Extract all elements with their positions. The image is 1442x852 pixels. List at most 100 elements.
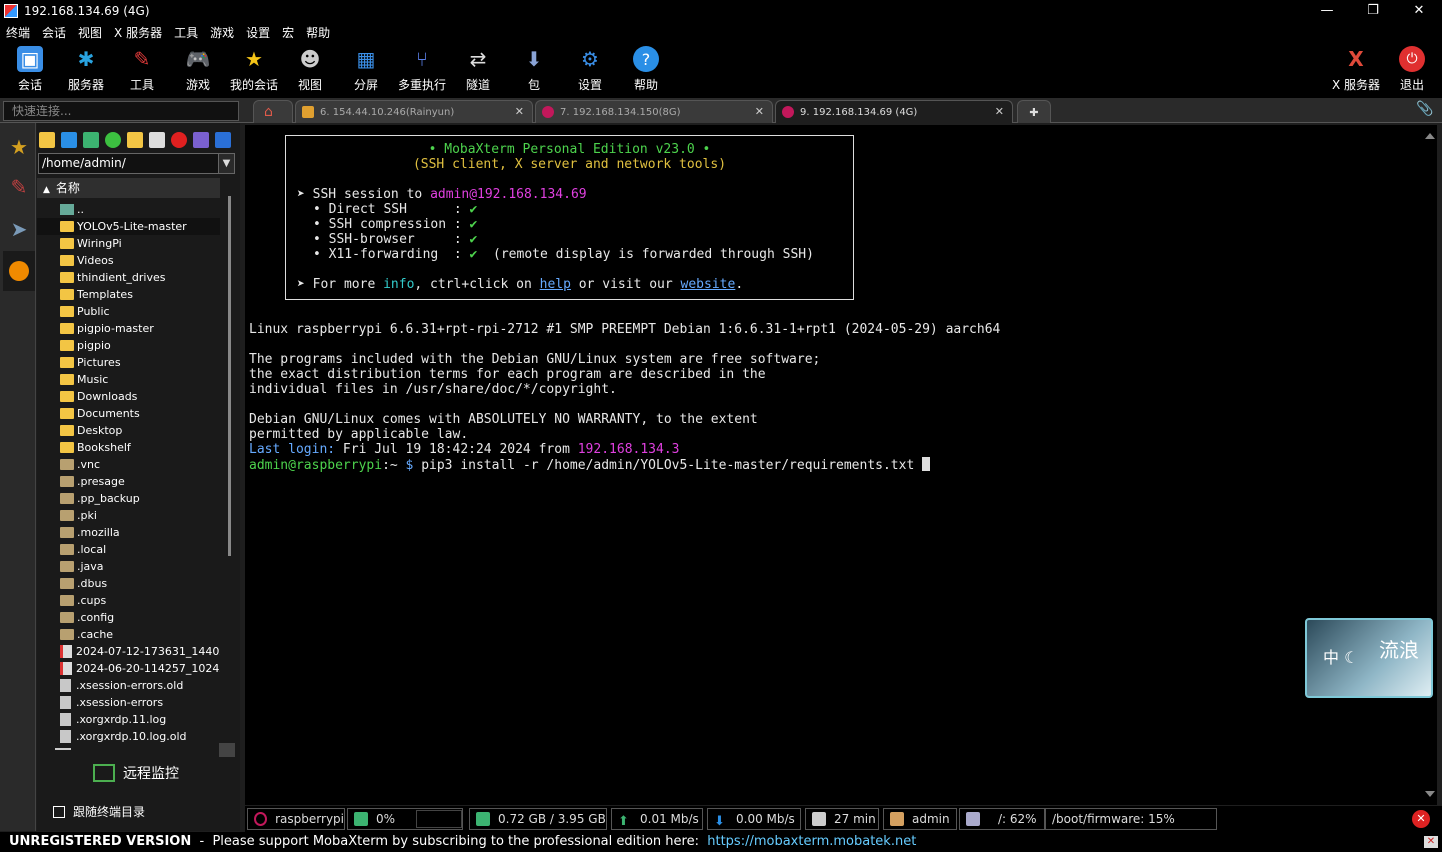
new-folder-icon[interactable] xyxy=(127,132,143,148)
file-list-item[interactable]: .cups xyxy=(37,592,220,609)
scrollbar-thumb[interactable] xyxy=(228,196,231,556)
menu-games[interactable]: 游戏 xyxy=(210,24,234,41)
file-list-item[interactable]: .local xyxy=(37,541,220,558)
toolbar-tunnel-button[interactable]: ⇄ 隧道 xyxy=(450,46,506,93)
path-field[interactable]: /home/admin/ ▼ xyxy=(38,153,235,174)
file-list-item[interactable]: .xsession-errors.old xyxy=(37,677,220,694)
status-close-button[interactable]: ✕ xyxy=(1412,810,1430,828)
menu-sessions[interactable]: 会话 xyxy=(42,24,66,41)
toolbar-session-button[interactable]: ▣ 会话 xyxy=(2,46,58,93)
file-list-item[interactable]: .dbus xyxy=(37,575,220,592)
tab-session-9[interactable]: 9. 192.168.134.69 (4G) ✕ xyxy=(775,100,1013,123)
minimize-button[interactable]: — xyxy=(1304,0,1350,22)
file-list-item[interactable]: .pp_backup xyxy=(37,490,220,507)
view-toggle-icon[interactable] xyxy=(215,132,231,148)
file-list-item[interactable]: .presage xyxy=(37,473,220,490)
file-list-item[interactable]: .vnc xyxy=(37,456,220,473)
menu-view[interactable]: 视图 xyxy=(78,24,102,41)
file-list-item[interactable]: Videos xyxy=(37,252,220,269)
quick-connect-input[interactable]: 快速连接... xyxy=(3,101,239,121)
refresh-icon[interactable] xyxy=(105,132,121,148)
toolbar-split-button[interactable]: ▦ 分屏 xyxy=(338,46,394,93)
tools-icon[interactable]: ✎ xyxy=(3,167,35,207)
file-list-item[interactable]: pigpio xyxy=(37,337,220,354)
download-icon[interactable] xyxy=(61,132,77,148)
hscrollbar-thumb[interactable] xyxy=(55,748,71,750)
prompt-line[interactable]: admin@raspberrypi:~ $ pip3 install -r /h… xyxy=(249,457,931,473)
info-link[interactable]: info xyxy=(383,277,414,292)
file-list-item[interactable]: Downloads xyxy=(37,388,220,405)
toolbar-view-button[interactable]: ☻ 视图 xyxy=(282,46,338,93)
website-link[interactable]: website xyxy=(681,277,736,292)
file-list-item[interactable]: pigpio-master xyxy=(37,320,220,337)
file-list-item[interactable]: .cache xyxy=(37,626,220,643)
terminal-view[interactable]: • MobaXterm Personal Edition v23.0 • (SS… xyxy=(245,125,1437,805)
new-file-icon[interactable] xyxy=(149,132,165,148)
file-list-item[interactable]: WiringPi xyxy=(37,235,220,252)
file-list-item[interactable]: .. xyxy=(37,201,220,218)
sftp-icon[interactable] xyxy=(3,251,35,291)
file-list-hscrollbar[interactable] xyxy=(37,743,237,757)
toolbar-help-button[interactable]: ? 帮助 xyxy=(618,46,674,93)
tab-close-icon[interactable]: ✕ xyxy=(755,105,764,118)
send-icon[interactable]: ➤ xyxy=(3,209,35,249)
file-list-item[interactable]: YOLOv5-Lite-master xyxy=(37,218,220,235)
scroll-up-icon[interactable] xyxy=(1425,133,1435,139)
maximize-button[interactable]: ❐ xyxy=(1350,0,1396,22)
file-list-item[interactable]: .xorgxrdp.11.log xyxy=(37,711,220,728)
menu-help[interactable]: 帮助 xyxy=(306,24,330,41)
tab-close-icon[interactable]: ✕ xyxy=(995,105,1004,118)
toolbar-xserver-button[interactable]: X X 服务器 xyxy=(1328,46,1384,93)
menu-settings[interactable]: 设置 xyxy=(246,24,270,41)
help-link[interactable]: help xyxy=(540,277,571,292)
tab-session-6[interactable]: 6. 154.44.10.246(Rainyun) ✕ xyxy=(295,100,533,123)
menu-macros[interactable]: 宏 xyxy=(282,24,294,41)
checkbox[interactable] xyxy=(53,805,65,818)
file-list-item[interactable]: .mozilla xyxy=(37,524,220,541)
file-list-item[interactable]: 2024-07-12-173631_1440x90 xyxy=(37,643,220,660)
file-list-item[interactable]: Documents xyxy=(37,405,220,422)
file-list-item[interactable]: .config xyxy=(37,609,220,626)
file-list-item[interactable]: Pictures xyxy=(37,354,220,371)
menu-xserver[interactable]: X 服务器 xyxy=(114,24,162,41)
file-list-item[interactable]: .xorgxrdp.10.log.old xyxy=(37,728,220,743)
toolbar-games-button[interactable]: 🎮 游戏 xyxy=(170,46,226,93)
toolbar-my-sessions-button[interactable]: ★ 我的会话 xyxy=(226,46,282,93)
attach-icon[interactable]: 📎 xyxy=(1416,101,1433,117)
parent-folder-icon[interactable] xyxy=(39,132,55,148)
file-list-scrollbar[interactable] xyxy=(222,178,238,758)
file-list-item[interactable]: Desktop xyxy=(37,422,220,439)
file-list-item[interactable]: Templates xyxy=(37,286,220,303)
delete-icon[interactable] xyxy=(171,132,187,148)
column-header-name[interactable]: ▲ 名称 xyxy=(37,178,220,198)
menu-tools[interactable]: 工具 xyxy=(174,24,198,41)
tab-session-7[interactable]: 7. 192.168.134.150(8G) ✕ xyxy=(535,100,773,123)
upload-icon[interactable] xyxy=(83,132,99,148)
close-button[interactable]: ✕ xyxy=(1396,0,1442,22)
file-list-item[interactable]: 2024-06-20-114257_1024x76 xyxy=(37,660,220,677)
toolbar-multiexec-button[interactable]: ⑂ 多重执行 xyxy=(394,46,450,93)
file-list-item[interactable]: .pki xyxy=(37,507,220,524)
home-tab[interactable]: ⌂ xyxy=(253,100,293,123)
follow-terminal-checkbox[interactable]: 跟随终端目录 xyxy=(53,803,145,820)
toolbar-packages-button[interactable]: ⬇ 包 xyxy=(506,46,562,93)
file-list-item[interactable]: Music xyxy=(37,371,220,388)
star-icon[interactable]: ★ xyxy=(3,127,35,167)
file-list-item[interactable]: .xsession-errors xyxy=(37,694,220,711)
file-list-item[interactable]: Bookshelf xyxy=(37,439,220,456)
toolbar-servers-button[interactable]: ✱ 服务器 xyxy=(58,46,114,93)
mobatek-link[interactable]: https://mobaxterm.mobatek.net xyxy=(707,834,916,849)
toolbar-settings-button[interactable]: ⚙ 设置 xyxy=(562,46,618,93)
remote-monitoring-button[interactable]: 远程监控 xyxy=(93,763,179,783)
file-list-item[interactable]: thindient_drives xyxy=(37,269,220,286)
rename-icon[interactable] xyxy=(193,132,209,148)
floating-widget[interactable]: 中 ☾ 流浪 xyxy=(1305,618,1433,698)
file-list-item[interactable]: Public xyxy=(37,303,220,320)
terminal-scrollbar[interactable] xyxy=(1421,125,1437,805)
banner-close-button[interactable]: ✕ xyxy=(1424,836,1438,848)
scroll-down-icon[interactable] xyxy=(1425,791,1435,797)
toolbar-tools-button[interactable]: ✎ 工具 xyxy=(114,46,170,93)
file-list-item[interactable]: .java xyxy=(37,558,220,575)
new-tab-button[interactable]: ✚ xyxy=(1017,100,1051,123)
tab-close-icon[interactable]: ✕ xyxy=(515,105,524,118)
